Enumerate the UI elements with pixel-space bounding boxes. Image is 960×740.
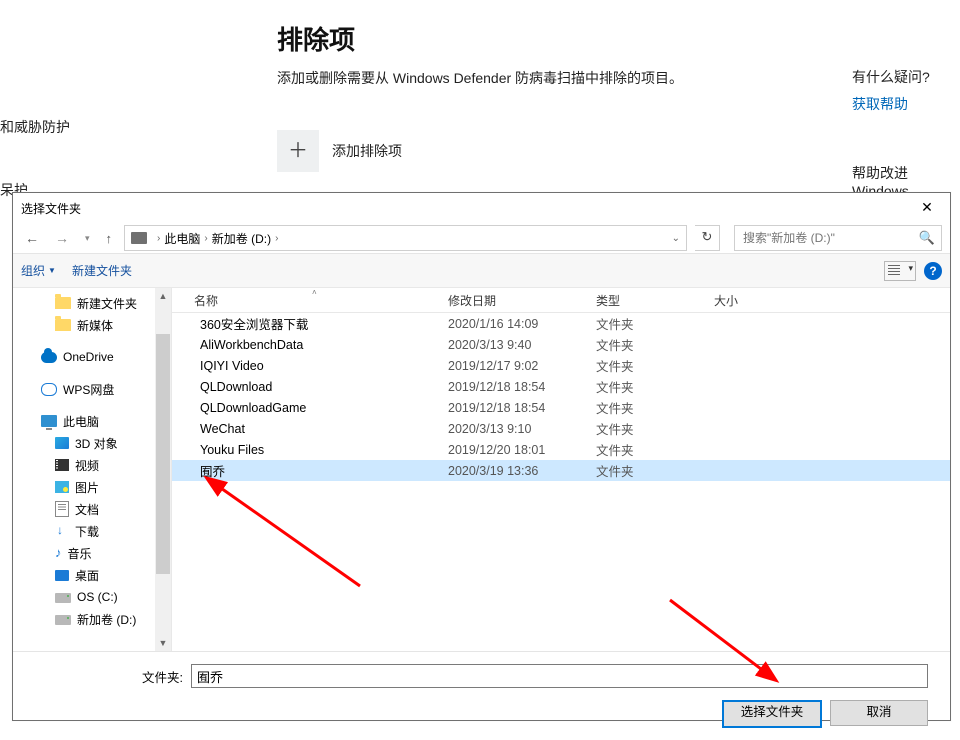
breadcrumb-root[interactable]: 此电脑 xyxy=(164,230,200,247)
column-size[interactable]: 大小 xyxy=(714,292,794,309)
cancel-button[interactable]: 取消 xyxy=(830,700,928,726)
tree-item[interactable]: 此电脑 xyxy=(13,410,171,432)
breadcrumb-sep-icon: › xyxy=(271,233,282,244)
breadcrumb-dropdown-icon[interactable]: ⌄ xyxy=(672,233,680,244)
select-folder-button[interactable]: 选择文件夹 xyxy=(722,700,822,728)
tree-item[interactable]: 图片 xyxy=(13,476,171,498)
close-icon[interactable]: ✕ xyxy=(904,193,950,223)
search-icon[interactable]: 🔍 xyxy=(919,230,935,246)
nav-back-icon[interactable]: ← xyxy=(21,230,43,246)
view-options-icon[interactable] xyxy=(884,261,916,281)
page-subtitle: 添加或删除需要从 Windows Defender 防病毒扫描中排除的项目。 xyxy=(277,68,683,88)
tree-item[interactable]: ♪音乐 xyxy=(13,542,171,564)
list-item[interactable]: 囿乔2020/3/19 13:36文件夹 xyxy=(172,460,950,481)
nav-forward-icon: → xyxy=(51,230,73,246)
organize-menu[interactable]: 组织▼ xyxy=(21,262,56,279)
scroll-down-icon[interactable]: ▼ xyxy=(155,635,171,651)
tree-item[interactable]: 视频 xyxy=(13,454,171,476)
dialog-title: 选择文件夹 xyxy=(21,200,81,217)
breadcrumb[interactable]: › 此电脑 › 新加卷 (D:) › ⌄ xyxy=(124,225,687,251)
tree-item[interactable]: 下载 xyxy=(13,520,171,542)
list-item[interactable]: 360安全浏览器下载2020/1/16 14:09文件夹 xyxy=(172,313,950,334)
tree-item[interactable]: 新建文件夹 xyxy=(13,292,171,314)
scroll-up-icon[interactable]: ▲ xyxy=(155,288,171,304)
breadcrumb-sep-icon: › xyxy=(200,233,211,244)
column-type[interactable]: 类型 xyxy=(596,292,714,309)
folder-input[interactable] xyxy=(191,664,928,688)
question-heading: 有什么疑问? xyxy=(852,67,930,87)
page-title: 排除项 xyxy=(277,20,355,57)
sort-indicator-icon: ˄ xyxy=(312,288,317,297)
search-input[interactable] xyxy=(741,230,919,246)
list-item[interactable]: Youku Files2019/12/20 18:01文件夹 xyxy=(172,439,950,460)
scroll-thumb[interactable] xyxy=(156,334,170,574)
nav-tree[interactable]: 新建文件夹新媒体 OneDrive WPS网盘此电脑3D 对象视频图片文档下载♪音乐… xyxy=(13,288,172,651)
tree-item[interactable]: 新媒体 xyxy=(13,314,171,336)
folder-picker-dialog: 选择文件夹 ✕ ← → ▾ ↑ › 此电脑 › 新加卷 (D:) › ⌄ ↻ 🔍… xyxy=(12,192,951,721)
sidebar-item-threat[interactable]: 和威胁防护 xyxy=(0,117,70,137)
nav-recent-icon[interactable]: ▾ xyxy=(81,233,94,244)
add-exclusion-button[interactable]: ＋ xyxy=(277,130,319,172)
folder-field-label: 文件夹: xyxy=(13,667,191,686)
nav-up-icon[interactable]: ↑ xyxy=(102,231,117,246)
list-item[interactable]: AliWorkbenchData2020/3/13 9:40文件夹 xyxy=(172,334,950,355)
file-list: 名称˄ 修改日期 类型 大小 360安全浏览器下载2020/1/16 14:09… xyxy=(172,288,950,651)
list-item[interactable]: QLDownload2019/12/18 18:54文件夹 xyxy=(172,376,950,397)
list-item[interactable]: WeChat2020/3/13 9:10文件夹 xyxy=(172,418,950,439)
tree-item[interactable]: 3D 对象 xyxy=(13,432,171,454)
tree-item[interactable]: WPS网盘 xyxy=(13,378,171,400)
breadcrumb-sep-icon: › xyxy=(153,233,164,244)
column-name[interactable]: 名称˄ xyxy=(194,292,448,309)
help-icon[interactable]: ? xyxy=(924,262,942,280)
add-exclusion-label: 添加排除项 xyxy=(332,141,402,161)
list-item[interactable]: QLDownloadGame2019/12/18 18:54文件夹 xyxy=(172,397,950,418)
search-box[interactable]: 🔍 xyxy=(734,225,942,251)
list-item[interactable]: IQIYI Video2019/12/17 9:02文件夹 xyxy=(172,355,950,376)
tree-item[interactable]: OneDrive xyxy=(13,346,171,368)
get-help-link[interactable]: 获取帮助 xyxy=(852,94,908,114)
refresh-icon[interactable]: ↻ xyxy=(695,225,720,251)
tree-scrollbar[interactable]: ▲ ▼ xyxy=(155,288,171,651)
tree-item[interactable]: OS (C:) xyxy=(13,586,171,608)
drive-icon xyxy=(131,232,147,244)
new-folder-button[interactable]: 新建文件夹 xyxy=(72,262,132,279)
column-date[interactable]: 修改日期 xyxy=(448,292,596,309)
tree-item[interactable]: 桌面 xyxy=(13,564,171,586)
tree-item[interactable]: 文档 xyxy=(13,498,171,520)
tree-item[interactable]: 新加卷 (D:) xyxy=(13,608,171,630)
breadcrumb-drive[interactable]: 新加卷 (D:) xyxy=(212,230,271,247)
